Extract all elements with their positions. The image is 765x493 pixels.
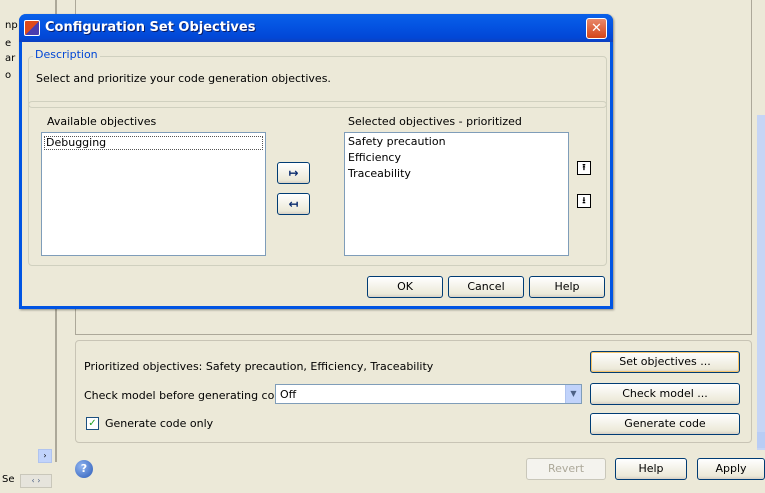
tree-fragment[interactable]: np xyxy=(5,20,18,31)
scroll-down-icon[interactable] xyxy=(757,432,765,448)
check-model-label: Check model before generating code: xyxy=(84,389,292,402)
help-icon[interactable]: ? xyxy=(75,460,93,478)
priority-down-icon[interactable]: ⭳ xyxy=(577,194,591,208)
remove-objective-button[interactable]: ↤ xyxy=(277,193,310,215)
tree-bottom-fragment: Se xyxy=(2,474,15,485)
dialog-help-button[interactable]: Help xyxy=(529,276,605,298)
set-objectives-button[interactable]: Set objectives ... xyxy=(590,351,740,373)
dialog-title: Configuration Set Objectives xyxy=(45,20,256,35)
tree-fragment[interactable]: o xyxy=(5,70,11,81)
add-objective-button[interactable]: ↦ xyxy=(277,162,310,184)
selected-objectives-list[interactable]: Safety precaution Efficiency Traceabilit… xyxy=(344,132,569,256)
scroll-right-icon[interactable]: › xyxy=(38,449,52,463)
list-item[interactable]: Debugging xyxy=(44,136,263,150)
check-model-value: Off xyxy=(280,388,297,401)
ok-button[interactable]: OK xyxy=(367,276,443,298)
generate-code-button[interactable]: Generate code xyxy=(590,413,740,435)
horizontal-scroll-arrows[interactable]: ‹ › xyxy=(20,474,52,488)
apply-button[interactable]: Apply xyxy=(697,458,765,480)
available-objectives-label: Available objectives xyxy=(47,115,157,128)
description-legend: Description xyxy=(33,48,100,61)
check-model-select[interactable]: Off ▼ xyxy=(275,384,582,404)
generate-code-only-label: Generate code only xyxy=(105,417,214,430)
configuration-set-objectives-dialog: Configuration Set Objectives ✕ Descripti… xyxy=(19,14,613,309)
app-icon xyxy=(24,20,40,36)
prioritized-objectives-text: Prioritized objectives: Safety precautio… xyxy=(84,360,434,373)
priority-up-icon[interactable]: ⭱ xyxy=(577,161,591,175)
generate-code-only-checkbox[interactable]: ✓ xyxy=(86,417,99,430)
list-item[interactable]: Safety precaution xyxy=(348,135,446,149)
dialog-titlebar[interactable]: Configuration Set Objectives ✕ xyxy=(19,14,613,42)
list-item[interactable]: Efficiency xyxy=(348,151,401,165)
revert-button[interactable]: Revert xyxy=(526,458,606,480)
vertical-scrollbar[interactable] xyxy=(757,115,765,450)
tree-fragment[interactable]: ar xyxy=(5,53,15,64)
selected-objectives-label: Selected objectives - prioritized xyxy=(348,115,522,128)
close-icon[interactable]: ✕ xyxy=(586,18,607,39)
tree-fragment[interactable]: e xyxy=(5,38,11,49)
help-button[interactable]: Help xyxy=(615,458,687,480)
cancel-button[interactable]: Cancel xyxy=(448,276,524,298)
list-item[interactable]: Traceability xyxy=(348,167,411,181)
available-objectives-list[interactable]: Debugging xyxy=(41,132,266,256)
check-model-button[interactable]: Check model ... xyxy=(590,383,740,405)
chevron-down-icon[interactable]: ▼ xyxy=(565,385,581,403)
description-text: Select and prioritize your code generati… xyxy=(36,72,331,85)
